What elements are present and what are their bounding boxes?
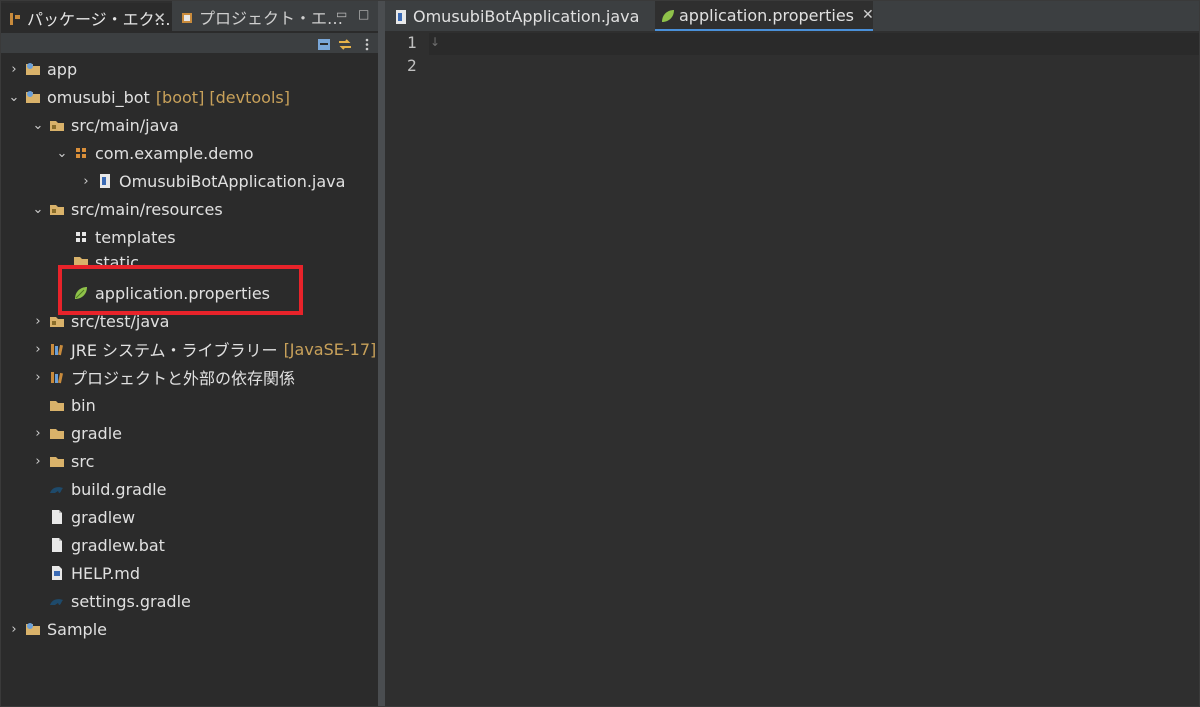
tree-item-label: gradlew (71, 507, 136, 527)
project-icon (25, 89, 41, 105)
tab-label: プロジェクト・エ… (199, 8, 344, 28)
tree-item-label: com.example.demo (95, 143, 254, 163)
tab-omusubibotapplication-java[interactable]: OmusubiBotApplication.java (389, 1, 653, 31)
tree-item-sample[interactable]: › Sample (7, 617, 107, 641)
chevron-right-icon[interactable]: › (31, 314, 45, 329)
chevron-right-icon[interactable]: › (31, 454, 45, 469)
tab-label: application.properties (679, 5, 854, 25)
java-file-icon (395, 9, 407, 24)
tree-item-jre-library[interactable]: › JRE システム・ライブラリー [JavaSE-17] (31, 337, 376, 361)
editor-area: OmusubiBotApplication.java application.p… (385, 1, 1199, 706)
project-icon (25, 61, 41, 77)
tree-item-project-dependencies[interactable]: › プロジェクトと外部の依存関係 (31, 365, 295, 389)
panel-divider[interactable] (378, 1, 385, 706)
line-number: 1 (407, 33, 417, 52)
line-number-gutter: 1 2 (385, 31, 429, 706)
package-icon (73, 229, 89, 245)
tree-item-label: src/main/java (71, 115, 179, 135)
tree-item-help-md[interactable]: HELP.md (31, 561, 140, 585)
tree-item-build-gradle[interactable]: build.gradle (31, 477, 166, 501)
tab-application-properties[interactable]: application.properties ✕ (655, 1, 874, 31)
view-menu-icon[interactable] (361, 36, 375, 51)
folder-icon (49, 453, 65, 469)
source-folder-icon (49, 117, 65, 133)
view-tab-bar: パッケージ・エク… ✕ プロジェクト・エ… ▭ □ (1, 1, 378, 32)
tree-item-templates[interactable]: templates (55, 225, 176, 249)
project-explorer-icon (181, 10, 193, 24)
tree-item-label: src/main/resources (71, 199, 223, 219)
java-file-icon (97, 173, 113, 189)
library-icon (49, 369, 65, 385)
tree-item-label: omusubi_bot (47, 87, 150, 107)
chevron-down-icon[interactable]: ⌄ (7, 90, 21, 105)
tree-item-omusubi-bot[interactable]: ⌄ omusubi_bot [boot] [devtools] (7, 85, 290, 109)
chevron-right-icon[interactable]: › (31, 342, 45, 357)
folder-icon (49, 397, 65, 413)
tree-item-src-main-resources[interactable]: ⌄ src/main/resources (31, 197, 223, 221)
minimize-icon[interactable]: ▭ (336, 7, 347, 21)
editor-tab-bar: OmusubiBotApplication.java application.p… (385, 1, 1199, 31)
source-folder-icon (49, 313, 65, 329)
gradle-icon (49, 593, 65, 609)
line-number: 2 (407, 56, 417, 75)
tree-item-label: bin (71, 395, 96, 415)
tree-item-label: JRE システム・ライブラリー (71, 341, 278, 360)
tree-item-label: templates (95, 227, 176, 247)
tree-item-com-example-demo[interactable]: ⌄ com.example.demo (55, 141, 254, 165)
chevron-right-icon[interactable]: › (79, 174, 93, 189)
tree-item-src-main-java[interactable]: ⌄ src/main/java (31, 113, 179, 137)
link-with-editor-icon[interactable] (338, 36, 352, 50)
package-explorer-icon (9, 11, 21, 25)
chevron-right-icon[interactable]: › (7, 62, 21, 77)
tree-item-label: Sample (47, 619, 107, 639)
collapse-all-icon[interactable] (317, 36, 331, 50)
tree-item-bin[interactable]: bin (31, 393, 96, 417)
tree-item-gradlew[interactable]: gradlew (31, 505, 135, 529)
folder-icon (49, 425, 65, 441)
project-icon (25, 621, 41, 637)
close-icon[interactable]: ✕ (862, 7, 874, 23)
tree-item-label: OmusubiBotApplication.java (119, 171, 346, 191)
view-toolbar (1, 33, 378, 53)
tab-project-explorer[interactable]: プロジェクト・エ… (173, 1, 343, 32)
package-icon (73, 145, 89, 161)
maximize-icon[interactable]: □ (358, 7, 369, 21)
tree-item-label: gradlew.bat (71, 535, 165, 555)
project-decoration: [boot] [devtools] (155, 87, 290, 107)
chevron-right-icon[interactable]: › (7, 622, 21, 637)
chevron-down-icon[interactable]: ⌄ (55, 146, 69, 161)
spring-leaf-icon (661, 8, 674, 22)
code-editor[interactable] (429, 31, 1199, 706)
chevron-down-icon[interactable]: ⌄ (31, 202, 45, 217)
tree-item-app[interactable]: › app (7, 57, 77, 81)
tree-item-settings-gradle[interactable]: settings.gradle (31, 589, 191, 613)
chevron-down-icon[interactable]: ⌄ (31, 118, 45, 133)
library-icon (49, 341, 65, 357)
close-icon[interactable]: ✕ (153, 9, 166, 27)
tree-item-src[interactable]: › src (31, 449, 94, 473)
source-folder-icon (49, 201, 65, 217)
gradle-icon (49, 481, 65, 497)
chevron-right-icon[interactable]: › (31, 370, 45, 385)
chevron-right-icon[interactable]: › (31, 426, 45, 441)
tab-package-explorer[interactable]: パッケージ・エク… ✕ (1, 1, 172, 32)
library-decoration: [JavaSE-17] (283, 339, 377, 359)
highlight-box (58, 265, 303, 315)
tree-item-label: プロジェクトと外部の依存関係 (71, 369, 296, 388)
tree-item-label: HELP.md (71, 563, 141, 583)
tree-item-gradlew-bat[interactable]: gradlew.bat (31, 533, 165, 557)
tree-item-label: app (47, 59, 78, 79)
tab-label: パッケージ・エク… (27, 9, 171, 29)
tree-item-omusubibotapplication-java[interactable]: › OmusubiBotApplication.java (79, 169, 345, 193)
file-icon (49, 537, 65, 553)
markdown-icon (49, 565, 65, 581)
package-explorer-panel: パッケージ・エク… ✕ プロジェクト・エ… ▭ □ › app ⌄ omusub… (1, 1, 378, 706)
tree-item-gradle[interactable]: › gradle (31, 421, 122, 445)
file-icon (49, 509, 65, 525)
tree-item-label: src (71, 451, 95, 471)
tab-label: OmusubiBotApplication.java (413, 6, 640, 26)
tree-item-label: gradle (71, 423, 122, 443)
tree-item-label: settings.gradle (71, 591, 191, 611)
tree-item-label: build.gradle (71, 479, 167, 499)
